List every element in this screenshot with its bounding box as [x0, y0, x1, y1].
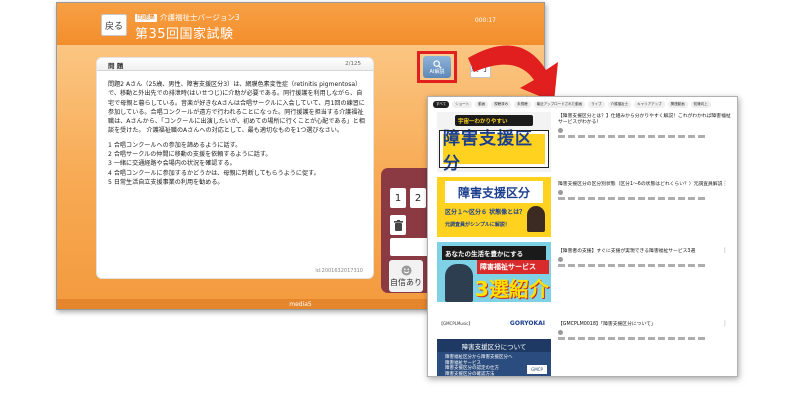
avatar	[558, 257, 563, 262]
result-info: 【障害者の支援】すぐに支援が実現できる障害福祉サービス3選	[558, 249, 733, 267]
answer-key-1[interactable]: 1	[390, 188, 406, 208]
question-text: 問題2 Aさん（25歳、男性、障害支援区分3）は、網膜色素変性症（retinit…	[108, 81, 365, 135]
result-tags	[558, 197, 708, 200]
thumbnail-channel: 【GMCPLMusic】	[439, 321, 473, 326]
chip[interactable]: すべて	[433, 101, 450, 108]
subject-badge: 問題集	[135, 13, 158, 22]
more-menu-icon[interactable]: ⋮	[722, 112, 728, 119]
self-confidence-label: 自信あり	[390, 277, 422, 287]
chip[interactable]: 知識向上	[690, 101, 711, 108]
chip[interactable]: 最近アップロードされた動画	[533, 101, 586, 108]
result-title[interactable]: 【障害者の支援】すぐに支援が実現できる障害福祉サービス3選	[558, 249, 733, 255]
more-menu-icon[interactable]: ⋮	[722, 247, 728, 254]
video-results-window: すべて ショート 動画 視聴済み 未視聴 最近アップロードされた動画 ライブ 介…	[427, 96, 738, 377]
thumbnail-line: 障害支援区分の確認方法	[445, 371, 495, 377]
choice-item: 2 合唱サークルの仲間に移動の支援を依頼するように話す。	[108, 151, 272, 159]
answer-key-2[interactable]: 2	[410, 188, 426, 208]
channel-row	[558, 190, 733, 195]
ai-explanation-button[interactable]: AI解説	[423, 56, 451, 78]
video-thumbnail[interactable]: 障害支援区分について 障害福祉区分から障害支援区分へ 障害福祉サービス 障害支援…	[437, 339, 551, 377]
avatar	[558, 330, 563, 335]
question-header: 問 題 2/125	[97, 58, 373, 71]
thumbnail-caption: 元調査員がシンプルに解説！	[445, 222, 510, 228]
answer-input[interactable]	[390, 238, 430, 256]
question-label: 問 題	[108, 62, 124, 70]
choice-item: 4 合唱コンクールに参加するかどうかは、母親に判断してもらうように促す。	[108, 169, 320, 177]
smile-icon	[401, 265, 411, 275]
result-info: 【障害支援区分とは？】仕組みから分かりやすく解説！これがわかれば障害福祉サービス…	[558, 114, 733, 138]
thumbnail-logo: GMCP	[527, 365, 547, 374]
choice-item: 5 日常生活自立支援事業の利用を勧める。	[108, 178, 224, 186]
channel-row	[558, 257, 733, 262]
trash-glyph	[393, 219, 403, 231]
ai-button-highlight: AI解説	[417, 51, 457, 83]
question-id: id:2001632017310	[315, 268, 363, 274]
chip[interactable]: 未視聴	[514, 101, 531, 108]
thumbnail-subtitle: 区分１～区分６ 状態像とは？	[445, 209, 526, 216]
choice-item: 1 合唱コンクールへの参加を諦めるように話す。	[108, 141, 242, 149]
result-info: 障害支援区分の区分別状態（区分1～6の状態はどれくらい？）元調査員解説	[558, 182, 733, 200]
video-thumbnail[interactable]: あなたの生活を豊かにする 障害福祉サービス 3選紹介	[437, 242, 551, 302]
chip[interactable]: ショート	[452, 101, 473, 108]
result-title[interactable]: 【GMCPLM0018】「障害支援区分について」	[558, 322, 733, 328]
timer: 000:17	[474, 17, 496, 24]
chip[interactable]: ライブ	[588, 101, 605, 108]
page-title: 第35回国家試験	[135, 27, 234, 42]
video-thumbnail[interactable]: 障害支援区分 区分１～区分６ 状態像とは？ 元調査員がシンプルに解説！	[437, 177, 551, 237]
result-tags	[558, 135, 708, 138]
channel-row	[558, 330, 733, 335]
result-title[interactable]: 障害支援区分の区分別状態（区分1～6の状態はどれくらい？）元調査員解説	[558, 182, 733, 188]
presenter-image	[527, 206, 545, 232]
presenter-image	[445, 264, 473, 302]
question-body: 問題2 Aさん（25歳、男性、障害支援区分3）は、網膜色素変性症（retinit…	[108, 80, 366, 187]
result-tags	[558, 264, 708, 267]
magnifier-icon	[432, 59, 442, 69]
chip[interactable]: 関連動画	[667, 101, 688, 108]
video-thumbnail-strip[interactable]: 【GMCPLMusic】 GORYOKAI	[437, 319, 551, 330]
avatar	[558, 128, 563, 133]
question-counter: 2/125	[345, 61, 361, 67]
result-title[interactable]: 【障害支援区分とは？】仕組みから分かりやすく解説！これがわかれば障害福祉サービス…	[558, 114, 733, 126]
thumbnail-headline: あなたの生活を豊かにする	[442, 246, 546, 260]
filter-chips: すべて ショート 動画 視聴済み 未視聴 最近アップロードされた動画 ライブ 介…	[433, 101, 711, 108]
thumbnail-line: 障害福祉区分から障害支援区分へ	[445, 355, 513, 360]
thumbnail-title: 障害支援区分	[445, 181, 543, 203]
channel-row	[558, 128, 733, 133]
subject-title: 介護福祉士バージョン3	[160, 13, 240, 22]
more-menu-icon[interactable]: ⋮	[722, 320, 728, 327]
thumbnail-subtitle: 障害福祉サービス	[477, 260, 549, 274]
back-button[interactable]: 戻る	[101, 14, 127, 36]
chip[interactable]: 動画	[475, 101, 489, 108]
thumbnail-title: 障害支援区分について	[437, 339, 551, 352]
thumbnail-title: 3選紹介	[475, 277, 549, 301]
ai-button-label: AI解説	[429, 68, 445, 75]
more-menu-icon[interactable]: ⋮	[722, 180, 728, 187]
chip[interactable]: キャリアアップ	[634, 101, 665, 108]
thumbnail-title: 障害支援区分	[439, 129, 549, 172]
video-thumbnail[interactable]: 宇宙一わかりやすい 障害支援区分	[437, 112, 551, 172]
chip[interactable]: 視聴済み	[491, 101, 512, 108]
thumbnail-lines: 障害福祉区分から障害支援区分へ 障害福祉サービス 障害支援区分の認定の仕方 障害…	[445, 355, 513, 377]
choice-list: 1 合唱コンクールへの参加を諦めるように話す。 2 合唱サークルの仲間に移動の支…	[108, 141, 366, 187]
subject-row: 問題集 介護福祉士バージョン3	[135, 12, 240, 23]
result-info: 【GMCPLM0018】「障害支援区分について」	[558, 322, 733, 340]
avatar	[558, 190, 563, 195]
result-tags	[558, 337, 708, 340]
question-card: 問 題 2/125 問題2 Aさん（25歳、男性、障害支援区分3）は、網膜色素変…	[96, 57, 374, 279]
chip[interactable]: 介護福祉士	[607, 101, 632, 108]
choice-item: 3 一緒に交通経路や会場内の状況を確認する。	[108, 160, 236, 168]
trash-icon[interactable]	[390, 215, 406, 235]
thumbnail-brand: GORYOKAI	[509, 320, 545, 327]
self-confidence-button[interactable]: 自信あり	[389, 260, 423, 292]
